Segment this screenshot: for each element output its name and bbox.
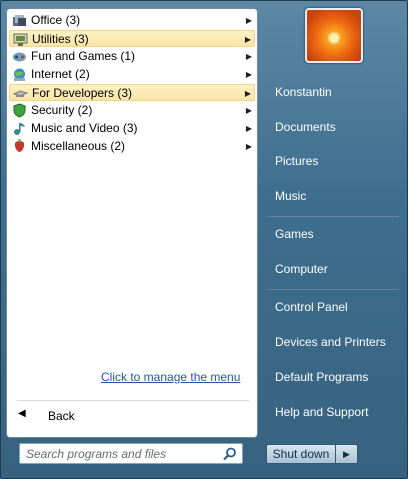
right-item-games[interactable]: Games [267, 223, 401, 245]
right-item-help-support[interactable]: Help and Support [267, 401, 401, 423]
programs-pane: Office (3) ▶ Utilities (3) ▶ Fun and Gam… [6, 8, 258, 438]
search-box[interactable] [19, 443, 243, 464]
chevron-right-icon: ▶ [343, 449, 350, 459]
category-internet[interactable]: Internet (2) ▶ [9, 66, 255, 83]
right-item-default-programs[interactable]: Default Programs [267, 366, 401, 388]
category-label: Miscellaneous (2) [31, 139, 126, 153]
misc-icon [14, 139, 25, 152]
category-label: Security (2) [31, 103, 93, 117]
category-label: Internet (2) [31, 67, 90, 81]
search-area [6, 438, 258, 470]
chevron-right-icon: ▶ [245, 70, 252, 79]
manage-menu-link[interactable]: Click to manage the menu [101, 370, 240, 384]
right-item-pictures[interactable]: Pictures [267, 150, 401, 172]
right-item-computer[interactable]: Computer [267, 258, 401, 280]
category-utilities[interactable]: Utilities (3) ▶ [9, 30, 255, 47]
right-item-user[interactable]: Konstantin [267, 81, 401, 103]
chevron-right-icon: ▶ [245, 124, 252, 133]
office-icon [13, 15, 26, 26]
category-music-and-video[interactable]: Music and Video (3) ▶ [9, 120, 255, 137]
category-fun-and-games[interactable]: Fun and Games (1) ▶ [9, 48, 255, 65]
right-item-documents[interactable]: Documents [267, 116, 401, 138]
internet-icon [14, 68, 25, 81]
security-icon [13, 103, 26, 118]
divider [17, 400, 249, 401]
right-item-devices-printers[interactable]: Devices and Printers [267, 331, 401, 353]
category-label: Utilities (3) [32, 32, 89, 46]
category-miscellaneous[interactable]: Miscellaneous (2) ▶ [9, 138, 255, 155]
back-arrow-icon: ◀ [18, 408, 26, 419]
chevron-right-icon: ▶ [245, 142, 252, 151]
utilities-icon [13, 33, 28, 46]
shutdown-button[interactable]: Shut down [266, 444, 336, 464]
search-input[interactable] [23, 445, 220, 462]
category-label: Office (3) [31, 13, 81, 27]
divider [267, 216, 399, 217]
chevron-right-icon: ▶ [245, 52, 252, 61]
category-security[interactable]: Security (2) ▶ [9, 102, 255, 119]
developers-icon [13, 90, 28, 97]
back-label: Back [48, 409, 75, 423]
category-label: Fun and Games (1) [31, 49, 136, 63]
divider [267, 289, 399, 290]
games-icon [13, 52, 26, 62]
back-button[interactable]: ◀ Back [13, 408, 123, 424]
right-item-music[interactable]: Music [267, 185, 401, 207]
chevron-right-icon: ▶ [245, 106, 252, 115]
category-office[interactable]: Office (3) ▶ [9, 12, 255, 29]
start-menu: Office (3) ▶ Utilities (3) ▶ Fun and Gam… [0, 0, 408, 479]
chevron-right-icon: ▶ [244, 35, 251, 44]
chevron-right-icon: ▶ [244, 89, 251, 98]
search-icon[interactable] [222, 446, 238, 462]
right-item-control-panel[interactable]: Control Panel [267, 296, 401, 318]
category-label: For Developers (3) [32, 86, 133, 100]
chevron-right-icon: ▶ [245, 16, 252, 25]
category-label: Music and Video (3) [31, 121, 138, 135]
music-video-icon [14, 123, 25, 135]
category-for-developers[interactable]: For Developers (3) ▶ [9, 84, 255, 101]
shutdown-options-button[interactable]: ▶ [336, 444, 358, 464]
user-avatar[interactable] [305, 8, 363, 63]
